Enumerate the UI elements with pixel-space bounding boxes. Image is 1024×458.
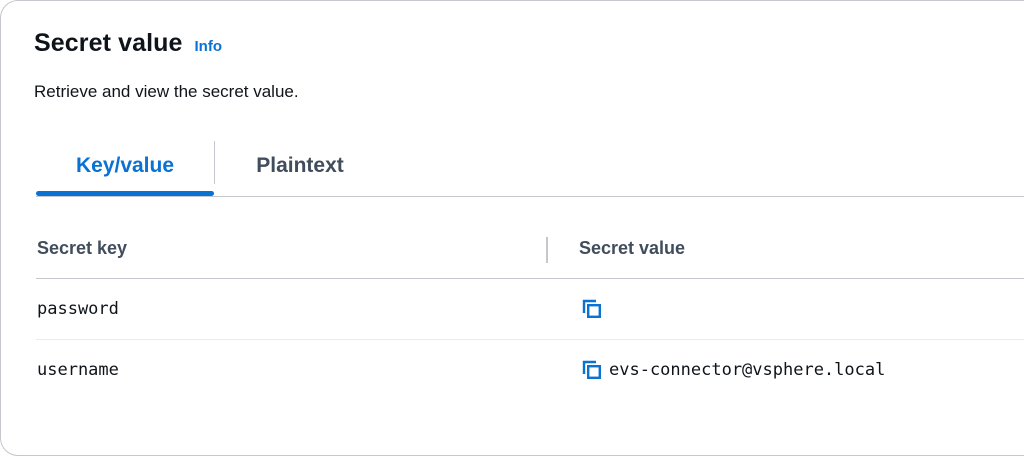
tab-bar: Key/value Plaintext	[1, 136, 1024, 197]
panel-header: Secret value Info	[34, 29, 222, 58]
column-header-secret-key: Secret key	[37, 238, 128, 258]
table-row: username evs-connector@vsphere.local	[36, 340, 1024, 400]
copy-icon[interactable]	[579, 357, 605, 383]
column-header-secret-value: Secret value	[579, 238, 686, 258]
secret-table: Secret key Secret value password usernam…	[36, 219, 1024, 400]
tab-key-value-label: Key/value	[75, 154, 175, 177]
secret-key-cell: username	[37, 360, 119, 380]
secret-key-cell: password	[37, 299, 119, 319]
page-title: Secret value	[34, 29, 183, 57]
tab-plaintext[interactable]: Plaintext	[215, 136, 385, 196]
tab-bar-divider	[36, 196, 1024, 197]
secret-value-cell	[582, 279, 609, 339]
active-tab-indicator	[36, 191, 214, 196]
secret-value-text: evs-connector@vsphere.local	[609, 360, 886, 380]
info-link[interactable]: Info	[195, 38, 223, 55]
table-row: password	[36, 279, 1024, 340]
tab-plaintext-label: Plaintext	[256, 154, 344, 177]
tab-key-value[interactable]: Key/value	[36, 136, 214, 196]
column-resize-handle[interactable]	[546, 237, 548, 263]
panel-description: Retrieve and view the secret value.	[34, 82, 299, 101]
table-header: Secret key Secret value	[36, 219, 1024, 279]
secret-value-panel: Secret value Info Retrieve and view the …	[0, 0, 1024, 456]
copy-icon[interactable]	[579, 296, 605, 322]
secret-value-cell: evs-connector@vsphere.local	[582, 340, 886, 400]
